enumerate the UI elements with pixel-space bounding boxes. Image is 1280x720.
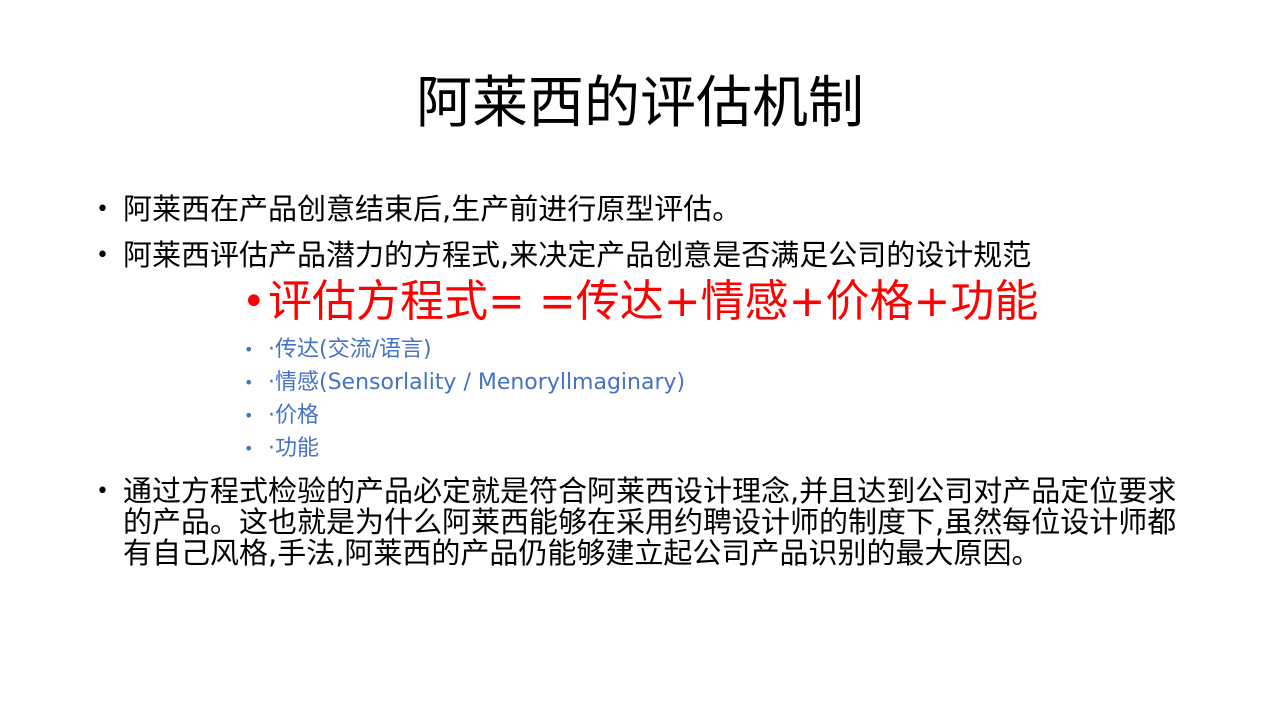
equation-text: 评估方程式= =传达+情感+价格+功能 [268, 276, 1039, 327]
sub-item-text: ·情感(Sensorlality / Menoryllmaginary) [268, 370, 686, 395]
sub-item: • ·功能 [244, 434, 944, 464]
equation-marker: • [242, 279, 266, 325]
sub-item-marker: • [244, 373, 254, 392]
sub-item-marker: • [244, 340, 254, 359]
sub-item: • ·价格 [244, 401, 944, 431]
bullet-item: • 阿莱西在产品创意结束后,生产前进行原型评估。 [96, 194, 1186, 225]
sub-item-marker: • [244, 439, 254, 458]
bullet-marker: • [96, 197, 109, 222]
sub-item: • ·传达(交流/语言) [244, 335, 944, 365]
bullet-item: • 阿莱西评估产品潜力的方程式,来决定产品创意是否满足公司的设计规范 [96, 240, 1186, 271]
sub-item-text: ·价格 [268, 403, 319, 428]
sub-item-marker: • [244, 406, 254, 425]
bullet-text: 阿莱西评估产品潜力的方程式,来决定产品创意是否满足公司的设计规范 [123, 238, 1032, 272]
slide: 阿莱西的评估机制 • 阿莱西在产品创意结束后,生产前进行原型评估。 • 阿莱西评… [0, 0, 1280, 720]
bullet-item: • 通过方程式检验的产品必定就是符合阿莱西设计理念,并且达到公司对产品定位要求的… [96, 476, 1186, 569]
sub-item-text: ·传达(交流/语言) [268, 337, 432, 362]
slide-title: 阿莱西的评估机制 [416, 71, 864, 136]
equation-item: • 评估方程式= =传达+情感+价格+功能 [242, 274, 1222, 330]
sub-item: • ·情感(Sensorlality / Menoryllmaginary) [244, 368, 944, 398]
bullet-marker: • [96, 243, 109, 268]
sub-item-text: ·功能 [268, 436, 319, 461]
conclusion-text: 通过方程式检验的产品必定就是符合阿莱西设计理念,并且达到公司对产品定位要求的产品… [123, 474, 1177, 570]
bullet-marker: • [96, 479, 109, 504]
bullet-text: 阿莱西在产品创意结束后,生产前进行原型评估。 [123, 192, 742, 226]
